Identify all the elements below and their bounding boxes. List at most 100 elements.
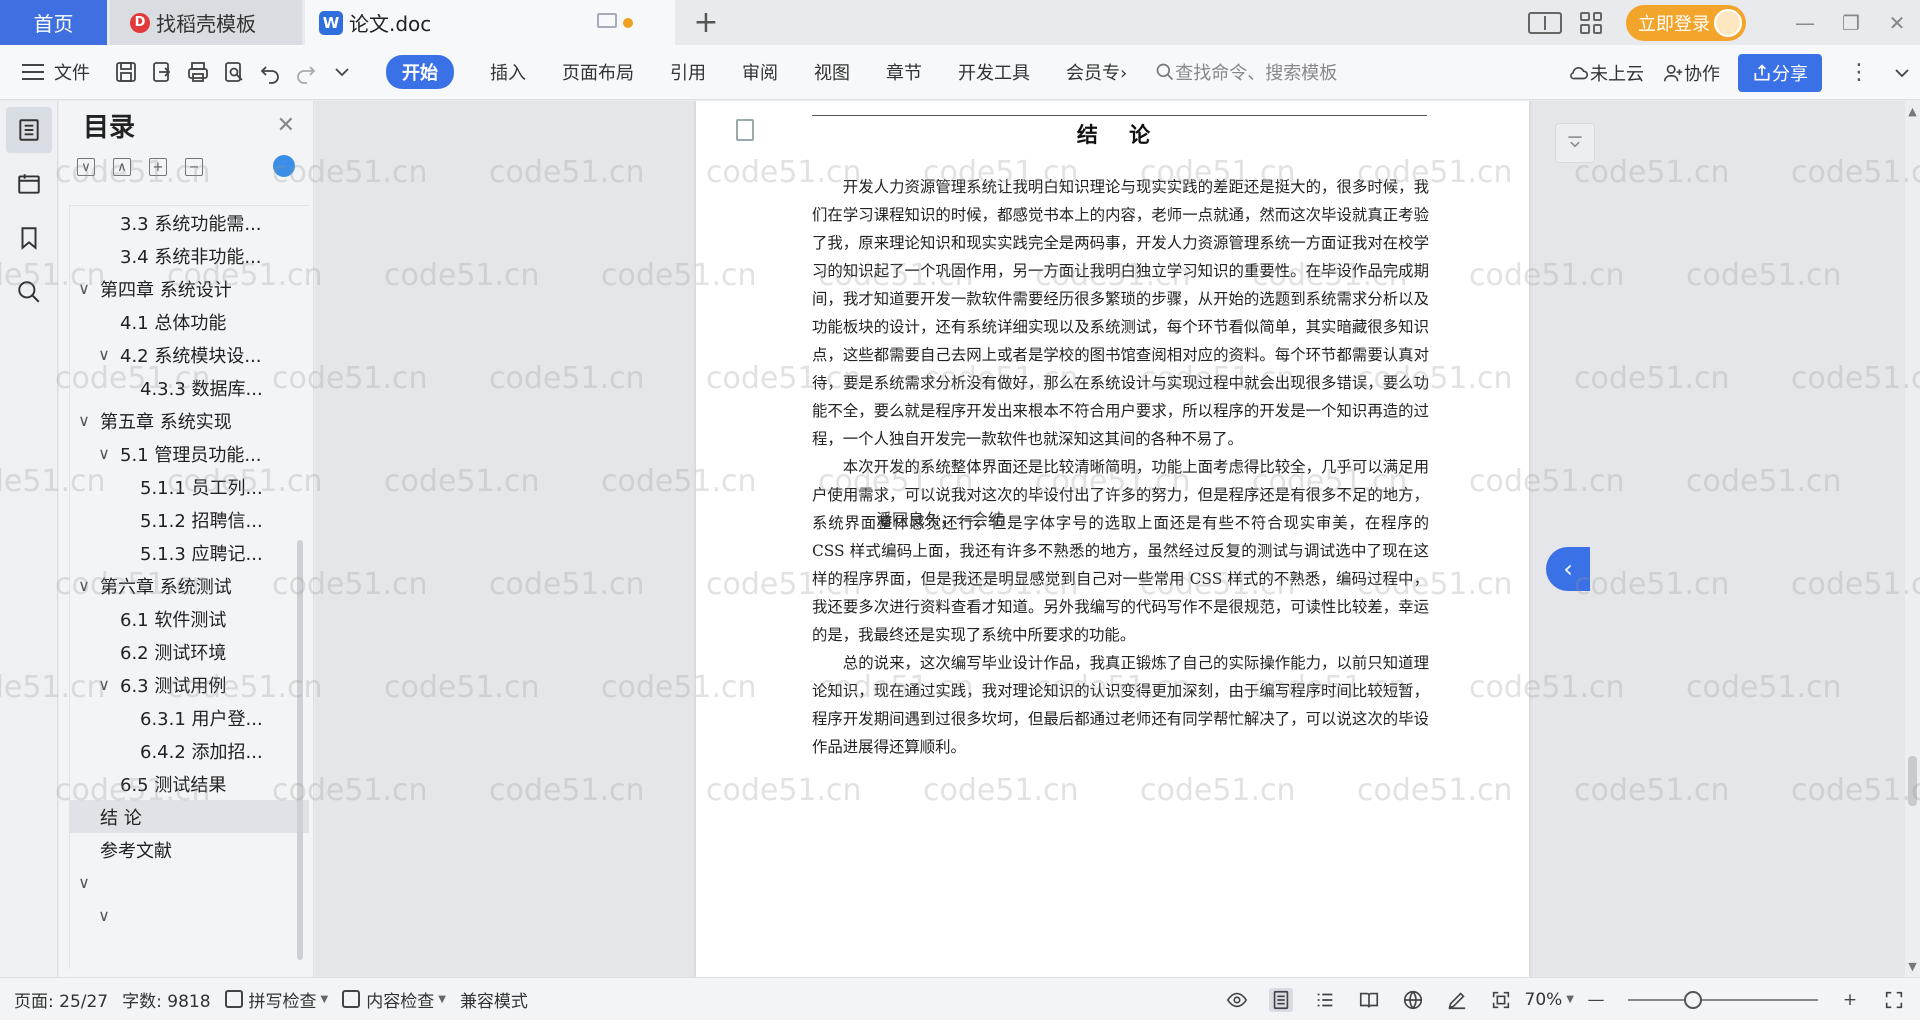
outline-item[interactable]: 6.3.1 用户登...: [70, 701, 309, 734]
outline-item[interactable]: 3.3 系统功能需...: [70, 206, 309, 239]
cloud-status-button[interactable]: 未上云: [1568, 60, 1644, 86]
page-view-icon[interactable]: [1268, 987, 1293, 1012]
tab-document[interactable]: W 论文.doc: [305, 0, 675, 45]
web-layout-icon[interactable]: [1401, 988, 1425, 1012]
page-marker-icon[interactable]: [736, 119, 754, 141]
tab-view[interactable]: 视图: [814, 59, 850, 85]
expand-all-icon[interactable]: ∨: [77, 158, 95, 176]
more-options-icon[interactable]: ⋮: [1848, 60, 1870, 85]
outline-item[interactable]: ∨ 4.2 系统模块设...: [70, 338, 309, 371]
ai-assistant-icon[interactable]: [273, 155, 295, 177]
print-icon[interactable]: [186, 60, 210, 84]
outline-item[interactable]: ∨: [70, 899, 309, 932]
eye-protection-icon[interactable]: [1225, 988, 1249, 1012]
export-icon[interactable]: [150, 60, 174, 84]
restore-button[interactable]: ❐: [1828, 0, 1874, 45]
zoom-slider[interactable]: [1628, 990, 1818, 1009]
outline-item[interactable]: 5.1.1 员工列...: [70, 470, 309, 503]
outline-item[interactable]: 6.4.2 添加招...: [70, 734, 309, 767]
save-icon[interactable]: [114, 60, 138, 84]
more-menus-icon[interactable]: ›: [1120, 63, 1127, 84]
new-tab-button[interactable]: +: [690, 5, 722, 40]
read-mode-icon[interactable]: [1357, 988, 1381, 1012]
outline-item[interactable]: ∨ 第四章 系统设计: [70, 272, 309, 305]
collapse-all-icon[interactable]: ∧: [113, 158, 131, 176]
share-button[interactable]: 分享: [1738, 53, 1822, 92]
outline-item[interactable]: ∨ 第六章 系统测试: [70, 569, 309, 602]
outline-item[interactable]: ∨ 5.1 管理员功能...: [70, 437, 309, 470]
nav-pane-button[interactable]: [6, 161, 52, 207]
tab-references[interactable]: 引用: [670, 59, 706, 85]
page-counter[interactable]: 页面: 25/27: [14, 987, 108, 1012]
fit-page-icon[interactable]: [1489, 988, 1513, 1012]
scroll-down-icon[interactable]: ▼: [1905, 960, 1920, 973]
outline-item[interactable]: ∨: [70, 866, 309, 899]
outline-item[interactable]: ∨ 第五章 系统实现: [70, 404, 309, 437]
chevron-down-icon[interactable]: ∨: [94, 444, 114, 463]
outline-item[interactable]: ∨ 6.3 测试用例: [70, 668, 309, 701]
zoom-slider-knob[interactable]: [1684, 990, 1702, 1009]
outline-item[interactable]: 6.1 软件测试: [70, 602, 309, 635]
tab-start[interactable]: 开始: [386, 55, 454, 89]
chevron-down-icon[interactable]: ∨: [94, 345, 114, 364]
outline-item[interactable]: 结 论: [70, 800, 309, 833]
zoom-in-button[interactable]: +: [1838, 988, 1862, 1012]
filter-button[interactable]: [1555, 123, 1595, 163]
chevron-down-icon[interactable]: ∨: [74, 873, 94, 892]
tab-review[interactable]: 审阅: [742, 59, 778, 85]
vertical-scrollbar[interactable]: ▲ ▼: [1905, 101, 1920, 977]
minimize-button[interactable]: —: [1782, 0, 1828, 45]
outline-item[interactable]: 4.1 总体功能: [70, 305, 309, 338]
scroll-up-icon[interactable]: ▲: [1905, 105, 1920, 118]
chevron-down-icon[interactable]: ∨: [74, 576, 94, 595]
outline-item[interactable]: 6.2 测试环境: [70, 635, 309, 668]
scroll-thumb[interactable]: [1908, 756, 1917, 806]
outline-item[interactable]: 3.4 系统非功能...: [70, 239, 309, 272]
word-count[interactable]: 字数: 9818: [122, 987, 210, 1012]
document-page[interactable]: 结 论 开发人力资源管理系统让我明白知识理论与现实实践的差距还是挺大的，很多时候…: [696, 101, 1529, 977]
login-button[interactable]: 立即登录: [1626, 4, 1746, 41]
chevron-down-icon[interactable]: [330, 60, 354, 84]
undo-icon[interactable]: [258, 60, 282, 84]
tab-developer[interactable]: 开发工具: [958, 59, 1030, 85]
layout-icon[interactable]: [1528, 11, 1562, 34]
outline-item[interactable]: 5.1.3 应聘记...: [70, 536, 309, 569]
chevron-down-icon[interactable]: ∨: [94, 906, 114, 925]
outline-item[interactable]: 4.3.3 数据库...: [70, 371, 309, 404]
find-button[interactable]: [6, 269, 52, 315]
file-menu[interactable]: 文件: [22, 59, 90, 85]
tab-member[interactable]: 会员专›: [1066, 59, 1127, 85]
chevron-down-icon[interactable]: ∨: [74, 279, 94, 298]
outline-scrollbar[interactable]: [297, 540, 303, 960]
bookmark-button[interactable]: [6, 215, 52, 261]
monitor-icon[interactable]: [597, 13, 617, 28]
tab-home[interactable]: 首页: [0, 0, 107, 45]
zoom-out-button[interactable]: —: [1584, 988, 1608, 1012]
outline-item[interactable]: 5.1.2 招聘信...: [70, 503, 309, 536]
print-preview-icon[interactable]: [222, 60, 246, 84]
chevron-down-icon[interactable]: ∨: [94, 675, 114, 694]
side-panel-toggle[interactable]: ‹: [1546, 547, 1590, 591]
apps-grid-icon[interactable]: [1580, 11, 1602, 34]
chevron-down-icon[interactable]: ∨: [74, 411, 94, 430]
tab-chapter[interactable]: 章节: [886, 59, 922, 85]
spell-check-button[interactable]: 拼写检查 ▼: [224, 987, 328, 1012]
outline-toggle-button[interactable]: [5, 107, 52, 153]
collapse-ribbon-icon[interactable]: [1890, 61, 1914, 85]
add-heading-icon[interactable]: +: [149, 158, 167, 176]
redo-icon[interactable]: [294, 60, 318, 84]
collaborate-button[interactable]: 协作: [1662, 60, 1720, 86]
close-button[interactable]: ✕: [1874, 0, 1920, 45]
tab-templates[interactable]: D 找稻壳模板: [110, 0, 302, 45]
content-check-button[interactable]: 内容检查 ▼: [342, 987, 446, 1012]
zoom-level[interactable]: 70% ▼: [1525, 990, 1575, 1010]
outline-view-icon[interactable]: [1313, 988, 1337, 1012]
pen-icon[interactable]: [1445, 988, 1469, 1012]
tab-insert[interactable]: 插入: [490, 59, 526, 85]
command-search[interactable]: 查找命令、搜索模板: [1155, 59, 1337, 85]
close-icon[interactable]: ✕: [277, 113, 295, 138]
outline-item[interactable]: 参考文献: [70, 833, 309, 866]
fullscreen-icon[interactable]: [1882, 988, 1906, 1012]
outline-item[interactable]: 6.5 测试结果: [70, 767, 309, 800]
tab-page-layout[interactable]: 页面布局: [562, 59, 634, 85]
